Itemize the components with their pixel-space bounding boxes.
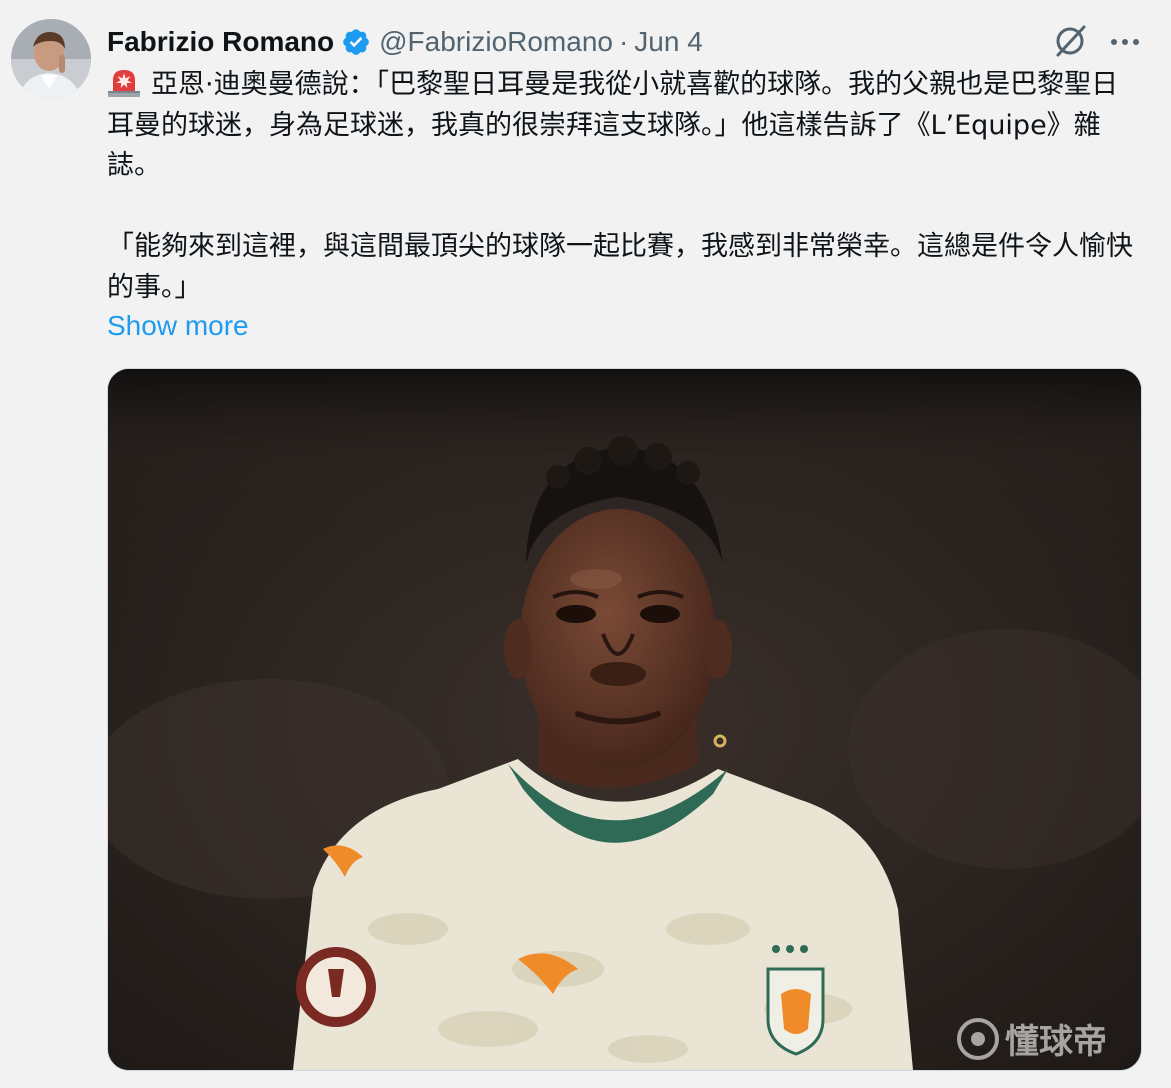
player-photo: 懂球帝 bbox=[108, 369, 1141, 1070]
police-siren-emoji bbox=[107, 64, 141, 98]
tweet-header: Fabrizio Romano @FabrizioRomano · Jun 4 bbox=[107, 22, 703, 62]
author-handle[interactable]: @FabrizioRomano bbox=[379, 26, 613, 58]
more-options-icon[interactable] bbox=[1104, 22, 1148, 60]
tweet-media-image[interactable]: 懂球帝 bbox=[107, 368, 1142, 1071]
grok-icon[interactable] bbox=[1051, 22, 1089, 60]
tweet-text: 亞恩·迪奧曼德說：「巴黎聖日耳曼是我從小就喜歡的球隊。我的父親也是巴黎聖日耳曼的… bbox=[107, 64, 1137, 308]
verified-badge-icon bbox=[341, 27, 371, 57]
tweet-paragraph-1-text: 亞恩·迪奧曼德說：「巴黎聖日耳曼是我從小就喜歡的球隊。我的父親也是巴黎聖日耳曼的… bbox=[107, 69, 1119, 181]
tweet-paragraph-2: 「能夠來到這裡，與這間最頂尖的球隊一起比賽，我感到非常榮幸。這總是件令人愉快的事… bbox=[107, 231, 1133, 303]
tweet-paragraph-1: 亞恩·迪奧曼德說：「巴黎聖日耳曼是我從小就喜歡的球隊。我的父親也是巴黎聖日耳曼的… bbox=[107, 64, 1137, 187]
author-avatar[interactable] bbox=[11, 19, 91, 99]
separator-dot: · bbox=[618, 26, 629, 57]
tweet-date[interactable]: Jun 4 bbox=[634, 26, 703, 58]
watermark-text: 懂球帝 bbox=[1005, 1022, 1107, 1062]
author-name[interactable]: Fabrizio Romano bbox=[107, 26, 334, 58]
avatar-image bbox=[11, 19, 91, 99]
show-more-link[interactable]: Show more bbox=[107, 306, 249, 346]
